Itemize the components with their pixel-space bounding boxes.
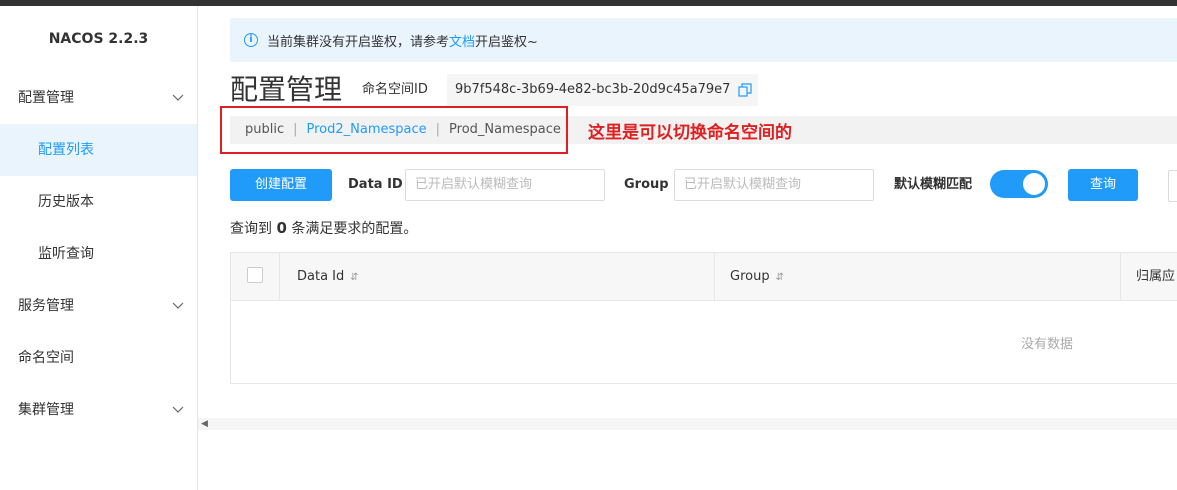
result-suffix: 条满足要求的配置。 bbox=[291, 221, 418, 237]
result-count: 0 bbox=[276, 219, 287, 237]
copy-icon[interactable] bbox=[738, 83, 753, 97]
query-button[interactable]: 查询 bbox=[1068, 169, 1138, 201]
notice-doc-link[interactable]: 文档 bbox=[449, 31, 475, 50]
sidebar-item-config-list[interactable]: 配置列表 bbox=[0, 124, 197, 176]
sidebar-group-namespace[interactable]: 命名空间 bbox=[0, 332, 197, 384]
notice-prefix: 当前集群没有开启鉴权，请参考 bbox=[267, 34, 450, 50]
sidebar-group-cluster[interactable]: 集群管理 bbox=[0, 384, 197, 436]
advanced-query-button[interactable] bbox=[1168, 170, 1177, 202]
column-header-label: Data Id bbox=[297, 269, 345, 284]
chevron-down-icon bbox=[172, 94, 184, 101]
config-table: Data Id ⇵ Group ⇵ 归属应 没有数据 bbox=[230, 252, 1177, 384]
sidebar-group-label: 配置管理 bbox=[18, 90, 74, 106]
toggle-knob bbox=[1023, 173, 1045, 195]
column-divider bbox=[279, 253, 280, 301]
sidebar-group-service[interactable]: 服务管理 bbox=[0, 280, 197, 332]
column-header-group[interactable]: Group ⇵ bbox=[730, 253, 784, 301]
sidebar-group-label: 服务管理 bbox=[18, 298, 74, 314]
column-divider bbox=[714, 253, 715, 301]
namespace-id-value: 9b7f548c-3b69-4e82-bc3b-20d9c45a79e7 bbox=[447, 74, 759, 106]
fuzzy-match-label: 默认模糊匹配 bbox=[894, 177, 973, 192]
result-summary: 查询到 0 条满足要求的配置。 bbox=[230, 218, 417, 239]
fuzzy-match-toggle[interactable] bbox=[990, 170, 1048, 198]
auth-notice: i 当前集群没有开启鉴权，请参考 文档 开启鉴权~ bbox=[230, 18, 1177, 62]
column-header-label: Group bbox=[730, 269, 770, 284]
sidebar-item-history[interactable]: 历史版本 bbox=[0, 176, 197, 228]
group-input[interactable]: 已开启默认模糊查询 bbox=[674, 169, 874, 201]
sidebar-group-label: 命名空间 bbox=[18, 350, 74, 366]
annotation-text: 这里是可以切换命名空间的 bbox=[588, 123, 792, 143]
sidebar: NACOS 2.2.3 配置管理 配置列表 历史版本 监听查询 服务管理 命名空… bbox=[0, 6, 198, 490]
column-divider bbox=[1120, 253, 1121, 301]
horizontal-scrollbar[interactable]: ◀ bbox=[198, 418, 1177, 430]
group-label: Group bbox=[624, 177, 669, 192]
table-header: Data Id ⇵ Group ⇵ 归属应 bbox=[231, 253, 1177, 301]
namespace-id-label: 命名空间ID bbox=[362, 82, 428, 97]
sidebar-item-listener[interactable]: 监听查询 bbox=[0, 228, 197, 280]
annotation-highlight-box bbox=[220, 106, 568, 154]
main-content: i 当前集群没有开启鉴权，请参考 文档 开启鉴权~ 配置管理 命名空间ID 9b… bbox=[198, 6, 1177, 490]
notice-suffix: 开启鉴权~ bbox=[475, 34, 538, 50]
info-icon: i bbox=[244, 33, 258, 47]
sidebar-group-label: 集群管理 bbox=[18, 402, 74, 418]
column-header-app[interactable]: 归属应 bbox=[1136, 253, 1175, 301]
scroll-left-icon[interactable]: ◀ bbox=[201, 419, 208, 429]
create-config-button[interactable]: 创建配置 bbox=[230, 169, 332, 201]
sidebar-group-config[interactable]: 配置管理 bbox=[0, 72, 197, 124]
column-header-data-id[interactable]: Data Id ⇵ bbox=[297, 253, 359, 301]
sort-icon[interactable]: ⇵ bbox=[776, 272, 784, 283]
select-all-checkbox[interactable] bbox=[247, 267, 263, 283]
empty-state-text: 没有数据 bbox=[1021, 337, 1074, 352]
namespace-id-text: 9b7f548c-3b69-4e82-bc3b-20d9c45a79e7 bbox=[455, 82, 731, 97]
data-id-input[interactable]: 已开启默认模糊查询 bbox=[405, 169, 605, 201]
brand-logo: NACOS 2.2.3 bbox=[48, 31, 149, 47]
data-id-label: Data ID bbox=[348, 177, 403, 192]
result-prefix: 查询到 bbox=[230, 221, 272, 237]
page-title: 配置管理 bbox=[230, 73, 343, 106]
chevron-down-icon bbox=[172, 302, 184, 309]
sort-icon[interactable]: ⇵ bbox=[350, 272, 358, 283]
chevron-down-icon bbox=[172, 406, 184, 413]
